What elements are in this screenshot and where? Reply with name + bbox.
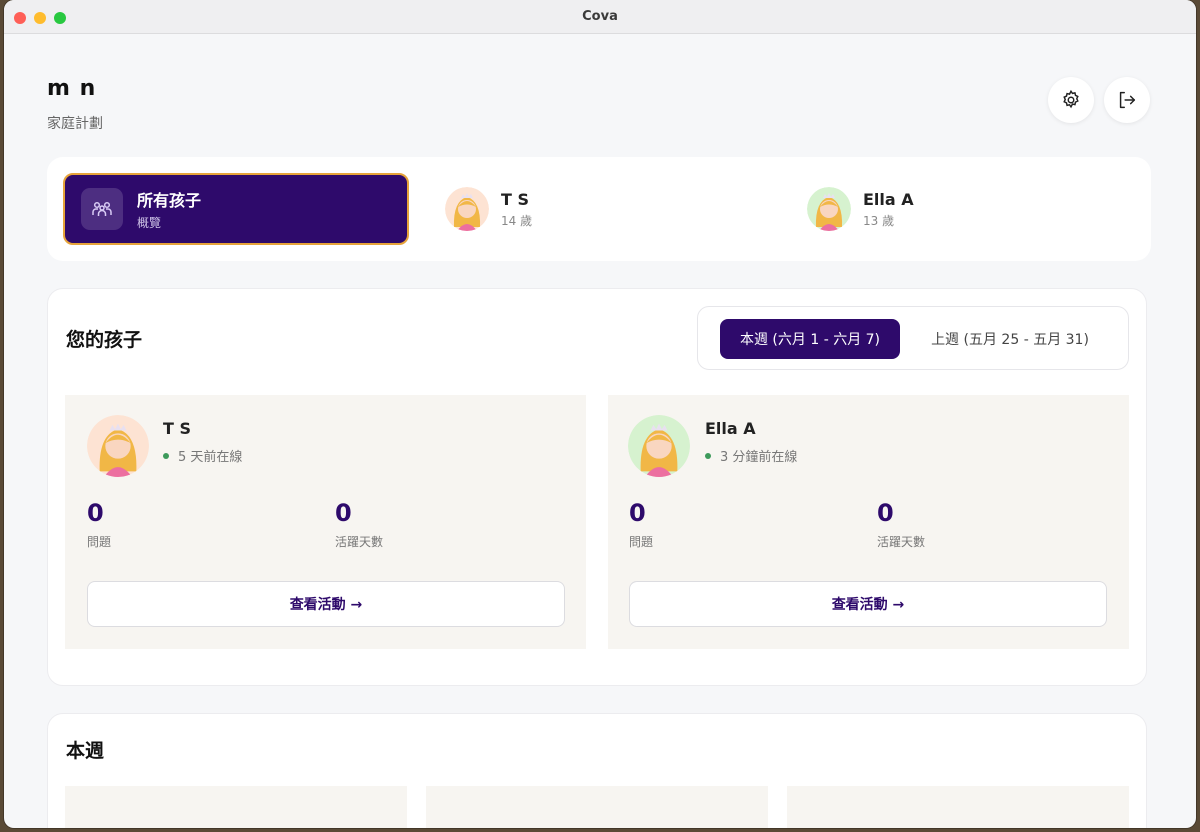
avatar bbox=[628, 415, 690, 477]
close-window-button[interactable] bbox=[14, 12, 26, 24]
tab-child-age: 13 歲 bbox=[863, 213, 895, 228]
tab-all-children-title: 所有孩子 bbox=[137, 191, 202, 210]
tab-child-name: Ella A bbox=[863, 189, 914, 209]
this-week-section: 本週 bbox=[47, 713, 1147, 828]
user-name: m n bbox=[47, 76, 97, 101]
tab-all-children-subtitle: 概覽 bbox=[137, 216, 162, 230]
minimize-window-button[interactable] bbox=[34, 12, 46, 24]
active-days-stat: 0 活躍天數 bbox=[335, 499, 383, 550]
logout-button[interactable] bbox=[1104, 77, 1150, 123]
summary-card bbox=[65, 786, 407, 828]
child-name: Ella A bbox=[705, 419, 756, 438]
page-header: m n 家庭計劃 bbox=[47, 76, 103, 133]
settings-icon bbox=[1063, 89, 1079, 109]
view-activity-button[interactable]: 查看活動 → bbox=[87, 581, 565, 627]
online-dot-icon bbox=[163, 452, 169, 459]
avatar bbox=[807, 187, 851, 231]
family-icon bbox=[81, 188, 123, 230]
online-status: 3 分鐘前在線 bbox=[705, 446, 797, 465]
settings-button[interactable] bbox=[1048, 77, 1094, 123]
summary-card bbox=[426, 786, 768, 828]
online-dot-icon bbox=[705, 452, 711, 459]
avatar bbox=[445, 187, 489, 231]
maximize-window-button[interactable] bbox=[54, 12, 66, 24]
questions-label: 問題 bbox=[87, 535, 112, 549]
active-days-stat: 0 活躍天數 bbox=[877, 499, 925, 550]
questions-value: 0 bbox=[629, 499, 646, 527]
active-days-label: 活躍天數 bbox=[335, 535, 384, 549]
active-days-label: 活躍天數 bbox=[877, 535, 926, 549]
week-toggle: 本週 (六月 1 - 六月 7) 上週 (五月 25 - 五月 31) bbox=[697, 306, 1129, 370]
questions-stat: 0 問題 bbox=[629, 499, 653, 550]
tab-child-age: 14 歲 bbox=[501, 213, 533, 228]
previous-week-button[interactable]: 上週 (五月 25 - 五月 31) bbox=[910, 319, 1110, 359]
title-bar: Cova bbox=[4, 0, 1196, 34]
online-status-text: 3 分鐘前在線 bbox=[720, 450, 798, 465]
app-window: Cova m n 家庭計劃 所有孩子 概覽 T S 14 歲 Ella A 13… bbox=[4, 0, 1196, 828]
tab-child-ts[interactable]: T S 14 歲 bbox=[445, 173, 745, 245]
active-days-value: 0 bbox=[877, 499, 894, 527]
questions-label: 問題 bbox=[629, 535, 654, 549]
child-card: T S 5 天前在線 0 問題 0 活躍天數 查看活動 → bbox=[65, 395, 586, 649]
window-title: Cova bbox=[582, 9, 618, 24]
tab-all-children[interactable]: 所有孩子 概覽 bbox=[63, 173, 409, 245]
logout-icon bbox=[1119, 91, 1136, 109]
tab-child-name: T S bbox=[501, 189, 530, 209]
view-activity-button[interactable]: 查看活動 → bbox=[629, 581, 1107, 627]
questions-value: 0 bbox=[87, 499, 104, 527]
tab-child-ella[interactable]: Ella A 13 歲 bbox=[807, 173, 1107, 245]
avatar bbox=[87, 415, 149, 477]
current-week-button[interactable]: 本週 (六月 1 - 六月 7) bbox=[720, 319, 900, 359]
summary-card bbox=[787, 786, 1129, 828]
section-title: 本週 bbox=[66, 740, 105, 762]
window-controls bbox=[14, 12, 66, 24]
plan-label: 家庭計劃 bbox=[47, 116, 103, 132]
kid-selector: 所有孩子 概覽 T S 14 歲 Ella A 13 歲 bbox=[47, 157, 1151, 261]
active-days-value: 0 bbox=[335, 499, 352, 527]
section-title: 您的孩子 bbox=[66, 329, 143, 351]
child-card: Ella A 3 分鐘前在線 0 問題 0 活躍天數 查看活動 → bbox=[608, 395, 1129, 649]
child-name: T S bbox=[163, 419, 192, 438]
online-status-text: 5 天前在線 bbox=[178, 450, 243, 465]
your-kids-section: 您的孩子 本週 (六月 1 - 六月 7) 上週 (五月 25 - 五月 31)… bbox=[47, 288, 1147, 686]
online-status: 5 天前在線 bbox=[163, 446, 242, 465]
questions-stat: 0 問題 bbox=[87, 499, 111, 550]
